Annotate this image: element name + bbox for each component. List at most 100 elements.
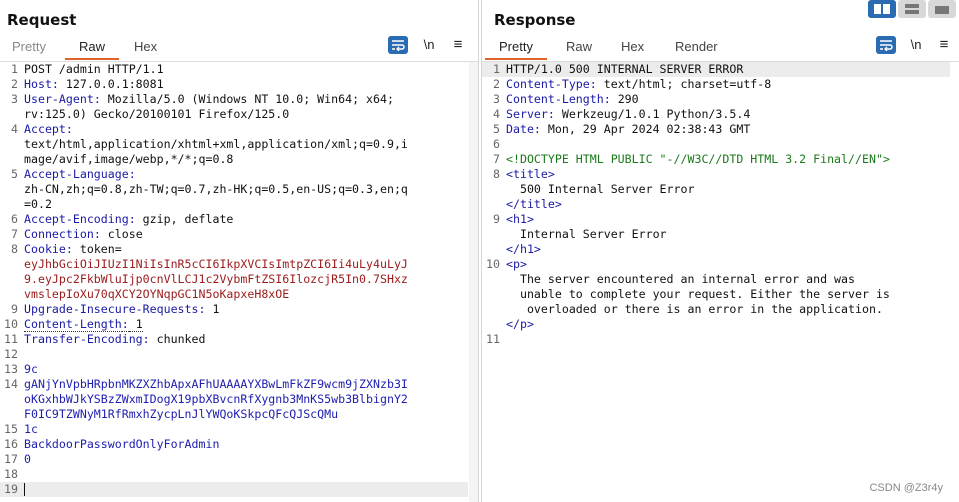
- body-chunk: 9c: [24, 362, 38, 376]
- code-line[interactable]: 6: [482, 137, 950, 152]
- header-value: close: [100, 227, 143, 241]
- response-editor[interactable]: 1 HTTP/1.0 500 INTERNAL SERVER ERROR 2 Cont…: [482, 62, 950, 502]
- code-line[interactable]: 10 Content-Length: 1: [0, 317, 468, 332]
- body-chunk: 1c: [24, 422, 38, 436]
- request-newline-toggle[interactable]: \n: [419, 36, 439, 54]
- line-text: 500 Internal Server Error: [506, 182, 695, 196]
- response-wrap-toggle-icon[interactable]: [876, 36, 896, 54]
- line-number: 2: [493, 77, 500, 91]
- code-line[interactable]: eyJhbGciOiJIUzI1NiIsInR5cCI6IkpXVCIsImtp…: [0, 257, 468, 272]
- code-line[interactable]: F0IC9TZWNyM1RfRmxhZycpLnJlYWQoKSkpcQFcQJ…: [0, 407, 468, 422]
- line-number: 9: [493, 212, 500, 226]
- html-tag: </p>: [506, 317, 534, 331]
- line-content: zh-CN,zh;q=0.8,zh-TW;q=0.7,zh-HK;q=0.5,e…: [24, 182, 468, 197]
- code-line[interactable]: 11: [482, 332, 950, 347]
- line-text: unable to complete your request. Either …: [506, 287, 890, 301]
- line-number: 1: [11, 62, 18, 76]
- code-line[interactable]: 5 Accept-Language:: [0, 167, 468, 182]
- code-line[interactable]: 1 POST /admin HTTP/1.1: [0, 62, 468, 77]
- code-line[interactable]: 16 BackdoorPasswordOnlyForAdmin: [0, 437, 468, 452]
- line-content: mage/avif,image/webp,*/*;q=0.8: [24, 152, 468, 167]
- doctype: <!DOCTYPE HTML PUBLIC "-//W3C//DTD HTML …: [506, 152, 890, 166]
- header-value: text/html; charset=utf-8: [596, 77, 772, 91]
- header-name: Cookie: [24, 242, 66, 256]
- request-menu-icon[interactable]: ≡: [448, 36, 468, 54]
- layout-tabs-icon[interactable]: [928, 0, 956, 18]
- code-line[interactable]: 7 Connection: close: [0, 227, 468, 242]
- code-line[interactable]: 2 Host: 127.0.0.1:8081: [0, 77, 468, 92]
- code-line[interactable]: 15 1c: [0, 422, 468, 437]
- code-line[interactable]: 11 Transfer-Encoding: chunked: [0, 332, 468, 347]
- code-line[interactable]: 19: [0, 482, 468, 497]
- code-line[interactable]: </p>: [482, 317, 950, 332]
- html-tag: <p>: [506, 257, 527, 271]
- code-line[interactable]: </h1>: [482, 242, 950, 257]
- code-line[interactable]: Internal Server Error: [482, 227, 950, 242]
- line-content: </p>: [506, 317, 950, 332]
- code-line[interactable]: =0.2: [0, 197, 468, 212]
- code-line[interactable]: 6 Accept-Encoding: gzip, deflate: [0, 212, 468, 227]
- code-line[interactable]: 18: [0, 467, 468, 482]
- code-line[interactable]: overloaded or there is an error in the a…: [482, 302, 950, 317]
- request-editor[interactable]: 1 POST /admin HTTP/1.1 2 Host: 127.0.0.1:80…: [0, 62, 468, 502]
- header-name: Content-Length: [24, 317, 122, 332]
- header-name: Date: [506, 122, 534, 136]
- code-line[interactable]: rv:125.0) Gecko/20100101 Firefox/125.0: [0, 107, 468, 122]
- code-line[interactable]: vmslepIoXu70qXCY2OYNqpGC1N5oKapxeH8xOE: [0, 287, 468, 302]
- code-line[interactable]: 9.eyJpc2FkbWluIjp0cnVlLCJ1c2VybmFtZSI6Il…: [0, 272, 468, 287]
- layout-side-by-side-icon[interactable]: [868, 0, 896, 18]
- code-line[interactable]: 7 <!DOCTYPE HTML PUBLIC "-//W3C//DTD HTML…: [482, 152, 950, 167]
- code-line[interactable]: 8 Cookie: token=: [0, 242, 468, 257]
- code-line[interactable]: 9 <h1>: [482, 212, 950, 227]
- response-newline-toggle[interactable]: \n: [906, 36, 926, 54]
- line-number: 16: [4, 437, 18, 451]
- code-line[interactable]: 4 Accept:: [0, 122, 468, 137]
- line-content: eyJhbGciOiJIUzI1NiIsInR5cCI6IkpXVCIsImtp…: [24, 257, 468, 272]
- response-tab-hex[interactable]: Hex: [621, 39, 644, 54]
- response-tab-pretty[interactable]: Pretty: [485, 39, 547, 60]
- request-tab-pretty[interactable]: Pretty: [12, 39, 46, 54]
- code-line[interactable]: 8 <title>: [482, 167, 950, 182]
- code-line[interactable]: oKGxhbWJkYSBzZWxmIDogX19pbXBvcnRfXygnb3M…: [0, 392, 468, 407]
- line-content: POST /admin HTTP/1.1: [24, 62, 468, 77]
- code-line[interactable]: 9 Upgrade-Insecure-Requests: 1: [0, 302, 468, 317]
- code-line[interactable]: 2 Content-Type: text/html; charset=utf-8: [482, 77, 950, 92]
- code-line[interactable]: 500 Internal Server Error: [482, 182, 950, 197]
- cookie-value: 9.eyJpc2FkbWluIjp0cnVlLCJ1c2VybmFtZSI6Il…: [24, 272, 408, 286]
- code-line[interactable]: 3 Content-Length: 290: [482, 92, 950, 107]
- response-menu-icon[interactable]: ≡: [934, 36, 954, 54]
- request-tab-hex[interactable]: Hex: [134, 39, 157, 54]
- code-line[interactable]: mage/avif,image/webp,*/*;q=0.8: [0, 152, 468, 167]
- request-scrollbar[interactable]: [469, 62, 478, 502]
- line-text: POST /admin HTTP/1.1: [24, 62, 164, 76]
- request-tab-raw[interactable]: Raw: [64, 39, 120, 60]
- code-line[interactable]: zh-CN,zh;q=0.8,zh-TW;q=0.7,zh-HK;q=0.5,e…: [0, 182, 468, 197]
- body-chunk: 0: [24, 452, 31, 466]
- line-content: rv:125.0) Gecko/20100101 Firefox/125.0: [24, 107, 468, 122]
- line-text: =0.2: [24, 197, 52, 211]
- code-line[interactable]: 3 User-Agent: Mozilla/5.0 (Windows NT 10.…: [0, 92, 468, 107]
- code-line[interactable]: 17 0: [0, 452, 468, 467]
- code-line[interactable]: 14 gANjYnVpbHRpbnMKZXZhbApxAFhUAAAAYXBwLm…: [0, 377, 468, 392]
- code-line[interactable]: 13 9c: [0, 362, 468, 377]
- line-content: Accept-Encoding: gzip, deflate: [24, 212, 234, 226]
- code-line[interactable]: text/html,application/xhtml+xml,applicat…: [0, 137, 468, 152]
- code-line[interactable]: 1 HTTP/1.0 500 INTERNAL SERVER ERROR: [482, 62, 950, 77]
- layout-stacked-icon[interactable]: [898, 0, 926, 18]
- line-number: 5: [11, 167, 18, 181]
- html-tag: </h1>: [506, 242, 541, 256]
- line-content: Server: Werkzeug/1.0.1 Python/3.5.4: [506, 107, 751, 121]
- response-tab-raw[interactable]: Raw: [566, 39, 592, 54]
- line-content: [24, 482, 468, 497]
- response-tab-render[interactable]: Render: [675, 39, 718, 54]
- line-number: 19: [4, 482, 18, 496]
- request-wrap-toggle-icon[interactable]: [388, 36, 408, 54]
- code-line[interactable]: 10 <p>: [482, 257, 950, 272]
- code-line[interactable]: unable to complete your request. Either …: [482, 287, 950, 302]
- code-line[interactable]: 12: [0, 347, 468, 362]
- line-content: gANjYnVpbHRpbnMKZXZhbApxAFhUAAAAYXBwLmFk…: [24, 377, 468, 392]
- code-line[interactable]: 5 Date: Mon, 29 Apr 2024 02:38:43 GMT: [482, 122, 950, 137]
- code-line[interactable]: 4 Server: Werkzeug/1.0.1 Python/3.5.4: [482, 107, 950, 122]
- code-line[interactable]: </title>: [482, 197, 950, 212]
- code-line[interactable]: The server encountered an internal error…: [482, 272, 950, 287]
